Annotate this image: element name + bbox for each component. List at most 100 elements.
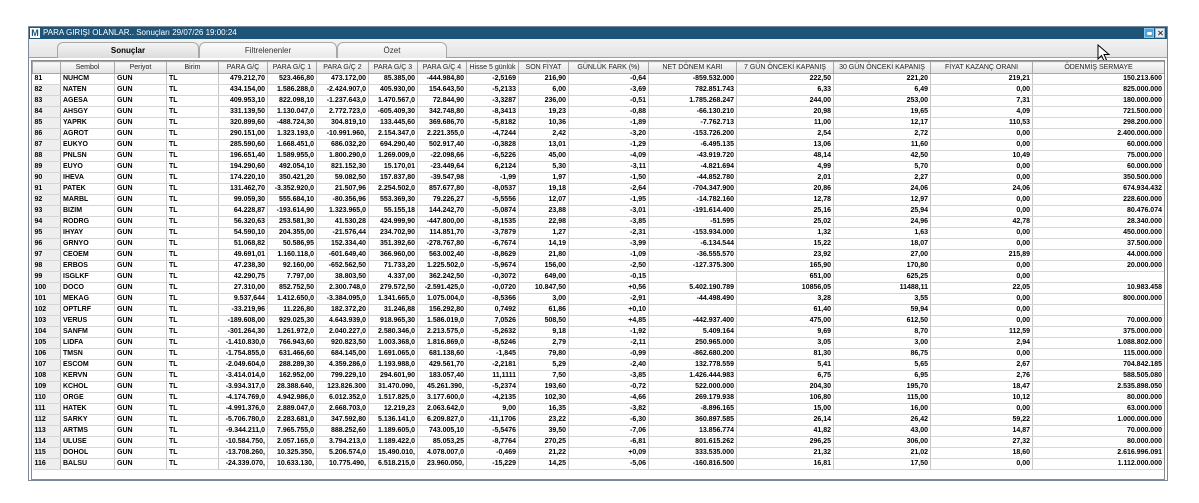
table-row[interactable]: 84 AHSGY GUN TL 331.139,50 1.130.047,0 2.772.7… (32, 106, 1164, 118)
column-header-money-flow-2[interactable]: PARA G/Ç 2 (316, 61, 369, 74)
table-row[interactable]: 83 AGESA GUN TL 409.953,10 822.098,10 -1.237.6… (32, 95, 1164, 107)
cell-daily-change: -0,72 (568, 381, 649, 393)
cell-unit: TL (166, 392, 219, 404)
table-row[interactable]: 116 BALSU GUN TL -24.339.070, 10.633.130, 10.7… (32, 458, 1164, 470)
cell-money-flow-3: 1.470.567,0 (368, 95, 418, 107)
cell-net-period-profit: 132.778.559 (648, 359, 737, 371)
column-header-symbol[interactable]: Sembol (60, 61, 115, 74)
table-row[interactable]: 93 BIZIM GUN TL 64.228,87 -193.614,90 1.323.96… (32, 205, 1164, 217)
table-row[interactable]: 87 EUKYO GUN TL 285.590,60 1.668.451,0 686.032… (32, 139, 1164, 151)
cell-money-flow: 331.139,50 (218, 106, 268, 118)
cell-money-flow-3: 55.155,18 (368, 205, 418, 217)
table-row[interactable]: 108 KERVN GUN TL -3.414.014,0 162.952,00 799.2… (32, 370, 1164, 382)
table-row[interactable]: 109 KCHOL GUN TL -3.934.317,0 28.388.640, 123.… (32, 381, 1164, 393)
cell-stock-5day: -5,5476 (466, 425, 519, 437)
cell-paid-in-capital: 80.000.000 (1032, 436, 1164, 448)
column-header-row-number[interactable] (32, 61, 61, 74)
cell-money-flow-2: 888.252,60 (316, 425, 369, 437)
column-header-money-flow-3[interactable]: PARA G/Ç 3 (368, 61, 418, 74)
cell-symbol: ARTMS (60, 425, 115, 437)
column-header-paid-in-capital[interactable]: ÖDENMİŞ SERMAYE (1032, 61, 1164, 74)
table-row[interactable]: 111 HATEK GUN TL -4.991.376,0 2.889.047,0 2.66… (32, 403, 1164, 415)
table-row[interactable]: 90 IHEVA GUN TL 174.220,10 350.421,20 59.082,5… (32, 172, 1164, 184)
cell-close-7d-ago: 81,30 (736, 348, 834, 360)
table-row[interactable]: 105 LIDFA GUN TL -1.410.830,0 766.943,60 920.8… (32, 337, 1164, 349)
table-row[interactable]: 101 MEKAG GUN TL 9.537,644 1.412.650,0 -3.384.… (32, 293, 1164, 305)
table-row[interactable]: 81 NUHCM GUN TL 479.212,70 523.466,80 473.172,… (32, 73, 1164, 85)
table-row[interactable]: 100 DOCO GUN TL 27.310,00 852.752,50 2.300.748… (32, 282, 1164, 294)
cell-money-flow-3: 133.445,60 (368, 117, 418, 129)
table-row[interactable]: 98 ERBOS GUN TL 47.238,30 92.160,00 -652.562,5… (32, 260, 1164, 272)
cell-close-7d-ago: 3,05 (736, 337, 834, 349)
column-header-money-flow-4[interactable]: PARA G/Ç 4 (417, 61, 467, 74)
cell-close-7d-ago: 26,14 (736, 414, 834, 426)
cell-money-flow-3: 918.965,30 (368, 315, 418, 327)
table-row[interactable]: 94 RODRG GUN TL 56.320,63 253.581,30 41.530,28… (32, 216, 1164, 228)
table-row[interactable]: 97 CEOEM GUN TL 49.691,01 1.160.118,0 -601.649… (32, 249, 1164, 261)
cell-money-flow-4: 2.221.355,0 (417, 128, 467, 140)
column-header-money-flow[interactable]: PARA G/Ç (218, 61, 268, 74)
table-row[interactable]: 113 ARTMS GUN TL -9.344.211,0 7.965.755,0 888.… (32, 425, 1164, 437)
cell-close-30d-ago: 17,50 (833, 458, 931, 470)
cell-money-flow-4: 3.177.600,0 (417, 392, 467, 404)
cell-money-flow-3: 351.392,60 (368, 238, 418, 250)
table-row[interactable]: 110 ORGE GUN TL -4.174.769,0 4.942.986,0 6.012… (32, 392, 1164, 404)
table-row[interactable]: 85 YAPRK GUN TL 320.899,60 -488.724,30 304.819… (32, 117, 1164, 129)
cell-money-flow: -1.410.830,0 (218, 337, 268, 349)
column-header-close-7d-ago[interactable]: 7 GÜN ÖNCEKİ KAPANIŞ (736, 61, 834, 74)
table-row[interactable]: 88 PNLSN GUN TL 196.651,40 1.589.955,0 1.800.2… (32, 150, 1164, 162)
table-row[interactable]: 86 AGROT GUN TL 290.151,00 1.323.193,0 -10.991… (32, 128, 1164, 140)
table-row[interactable]: 102 OPTLRF GUN TL -33.219,96 11.226,80 182.372… (32, 304, 1164, 316)
column-header-period[interactable]: Periyot (114, 61, 167, 74)
close-icon[interactable] (1155, 28, 1165, 38)
cell-daily-change: -6,81 (568, 436, 649, 448)
tab-sonuclar[interactable]: Sonuçlar (57, 42, 199, 58)
tab-filtrelenenler[interactable]: Filtrelenenler (199, 42, 337, 58)
table-row[interactable]: 99 ISGLKF GUN TL 42.290,75 7.797,00 38.803,50 4… (32, 271, 1164, 283)
cell-row-number: 89 (32, 161, 61, 173)
table-row[interactable]: 89 EUYO GUN TL 194.290,60 492.054,10 821.152,3… (32, 161, 1164, 173)
tab-ozet[interactable]: Özet (337, 42, 447, 58)
table-row[interactable]: 112 SARKY GUN TL -5.706.780,0 2.283.681,0 347.… (32, 414, 1164, 426)
cell-pe-ratio: 0,00 (930, 271, 1033, 283)
cell-period: GUN (114, 128, 167, 140)
title-bar[interactable]: M PARA GIRIŞI OLANLAR.. Sonuçları 29/07/… (29, 27, 1167, 39)
column-header-last-price[interactable]: SON FİYAT (518, 61, 569, 74)
cell-money-flow-2: -21.576,44 (316, 227, 369, 239)
cell-close-30d-ago: 24,06 (833, 183, 931, 195)
table-row[interactable]: 96 GRNYO GUN TL 51.068,82 50.586,95 152.334,40… (32, 238, 1164, 250)
cell-period: GUN (114, 436, 167, 448)
column-header-pe-ratio[interactable]: FİYAT KAZANÇ ORANI (930, 61, 1033, 74)
cell-money-flow: 434.154,00 (218, 84, 268, 96)
table-row[interactable]: 114 ULUSE GUN TL -10.584.750, 2.057.165,0 3.79… (32, 436, 1164, 448)
table-row[interactable]: 103 VERUS GUN TL -189.608,00 929.025,30 4.643.… (32, 315, 1164, 327)
table-row[interactable]: 82 NATEN GUN TL 434.154,00 1.586.288,0 -2.424.… (32, 84, 1164, 96)
cell-money-flow-4: 502.917,40 (417, 139, 467, 151)
table-row[interactable]: 106 TMSN GUN TL -1.754.855,0 631.466,60 684.14… (32, 348, 1164, 360)
column-header-money-flow-1[interactable]: PARA G/Ç 1 (267, 61, 317, 74)
twitter-share-icon[interactable] (1144, 28, 1154, 38)
column-header-close-30d-ago[interactable]: 30 GÜN ÖNCEKİ KAPANIŞ (833, 61, 931, 74)
results-grid[interactable]: Sembol Periyot Birim PARA G/Ç PARA G/Ç 1 PARA… (31, 60, 1165, 480)
table-row[interactable]: 95 IHYAY GUN TL 54.590,10 204.355,00 -21.576,4… (32, 227, 1164, 239)
cell-close-30d-ago: 115,00 (833, 392, 931, 404)
cell-period: GUN (114, 172, 167, 184)
column-header-stock-5day[interactable]: Hisse 5 günlük (466, 61, 519, 74)
table-row[interactable]: 91 PATEK GUN TL 131.462,70 -3.352.920,0 21.507… (32, 183, 1164, 195)
column-header-unit[interactable]: Birim (166, 61, 219, 74)
column-header-net-period-profit[interactable]: NET DÖNEM KARI (648, 61, 737, 74)
cell-stock-5day: -8,8629 (466, 249, 519, 261)
cell-money-flow-3: 5.136.141,0 (368, 414, 418, 426)
table-row[interactable]: 104 SANFM GUN TL -301.264,30 1.261.972,0 2.040… (32, 326, 1164, 338)
table-row[interactable]: 92 MARBL GUN TL 99.059,30 555.684,10 -80.356,9… (32, 194, 1164, 206)
table-row[interactable]: 115 DOHOL GUN TL -13.708.260, 10.325.350, 5.20… (32, 447, 1164, 459)
cell-daily-change: +0,10 (568, 304, 649, 316)
column-header-daily-change[interactable]: GÜNLÜK FARK (%) (568, 61, 649, 74)
cell-net-period-profit: 13.856.774 (648, 425, 737, 437)
cell-money-flow-3: 405.930,00 (368, 84, 418, 96)
cell-last-price: 23,88 (518, 205, 569, 217)
cell-money-flow-1: 7.965.755,0 (267, 425, 317, 437)
cell-stock-5day: -3,7879 (466, 227, 519, 239)
table-row[interactable]: 107 ESCOM GUN TL -2.049.604,0 288.289,30 4.359… (32, 359, 1164, 371)
cell-close-7d-ago: 11,00 (736, 117, 834, 129)
